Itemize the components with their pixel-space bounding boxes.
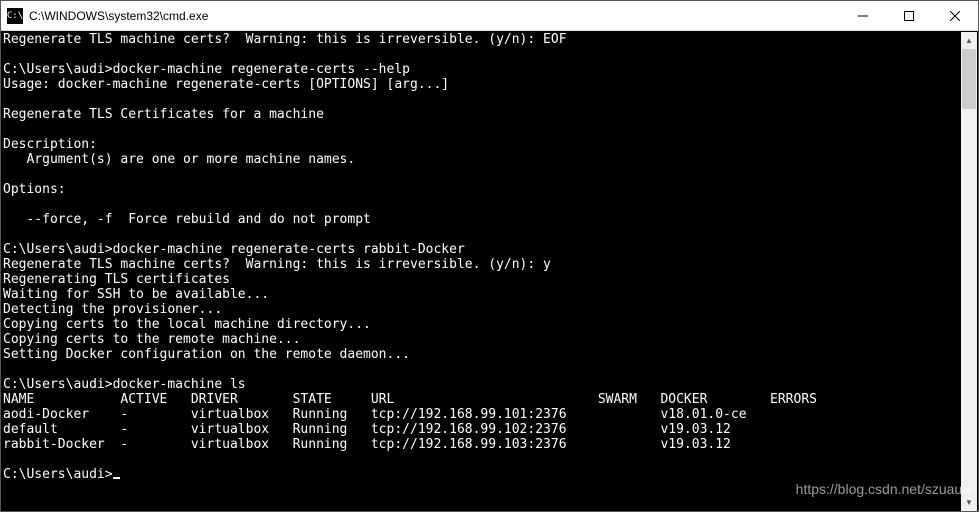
close-button[interactable] — [932, 1, 978, 31]
scrollbar[interactable]: ▲ ▼ — [961, 32, 977, 511]
scroll-down-icon[interactable]: ▼ — [961, 494, 977, 511]
minimize-button[interactable] — [840, 1, 886, 31]
cursor — [113, 477, 120, 479]
close-icon — [950, 11, 960, 21]
terminal-output[interactable]: Regenerate TLS machine certs? Warning: t… — [1, 31, 978, 511]
cmd-icon: C:\ — [7, 8, 23, 24]
maximize-button[interactable] — [886, 1, 932, 31]
cmd-window: C:\ C:\WINDOWS\system32\cmd.exe Regenera… — [0, 0, 979, 512]
titlebar[interactable]: C:\ C:\WINDOWS\system32\cmd.exe — [1, 1, 978, 31]
maximize-icon — [904, 11, 914, 21]
scroll-up-icon[interactable]: ▲ — [961, 32, 977, 49]
window-title: C:\WINDOWS\system32\cmd.exe — [29, 9, 840, 23]
minimize-icon — [858, 11, 868, 21]
prompt: C:\Users\audi> — [3, 467, 113, 482]
scroll-thumb[interactable] — [962, 49, 976, 109]
